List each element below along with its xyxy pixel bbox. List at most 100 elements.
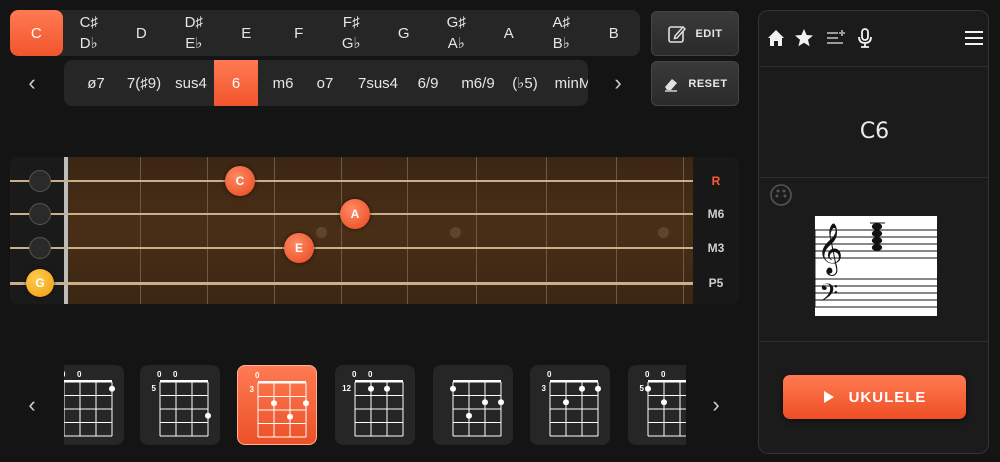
chord-diagram-grid: 03 [542,370,601,437]
key-11[interactable]: B [588,10,641,56]
open-string-toggle[interactable] [29,170,51,192]
chord-type-4[interactable]: m6 [259,60,307,106]
note-marker[interactable]: E [284,233,314,263]
menu-icon[interactable] [963,27,985,49]
bass-clef-icon: 𝄢 [819,279,838,314]
panel-toolbar [759,11,988,67]
open-string-mark: 0 [547,370,552,379]
fret-marker-dot [658,227,669,238]
chord-diagram-grid: 0 05 [152,370,211,437]
chord-diagram-2[interactable]: 03 [237,365,317,445]
treble-clef-icon: 𝄞 [817,223,843,276]
chord-type-1[interactable]: 7(♯9) [119,60,169,106]
chord-diagram-6[interactable]: 005 [628,365,686,445]
open-string-mark: 0 [64,370,66,379]
note-marker[interactable]: A [340,199,370,229]
finger-dot [450,385,456,392]
key-4[interactable]: E [220,10,273,56]
key-8[interactable]: G♯ A♭ [430,10,483,56]
key-3[interactable]: D♯ E♭ [168,10,221,56]
key-label: C♯ [79,14,98,31]
chord-type-0[interactable]: ø7 [78,60,114,106]
chord-type-3[interactable]: 6 [214,60,258,106]
reset-button[interactable]: RESET [651,61,739,106]
key-0[interactable]: C [10,10,63,56]
play-ukulele-button[interactable]: UKULELE [783,375,966,419]
finger-dot [303,400,309,407]
interval-label: R [711,174,721,188]
reset-button-label: RESET [688,77,728,90]
interval-label: P5 [708,276,724,290]
key-2[interactable]: D [115,10,168,56]
key-label: F [294,24,304,42]
diagrams-next-arrow-icon[interactable]: › [704,392,728,417]
chord-type-8[interactable]: m6/9 [452,60,504,106]
key-6[interactable]: F♯ G♭ [325,10,378,56]
chord-type-prev-arrow-icon[interactable]: ‹ [20,70,44,95]
start-fret-label: 12 [342,384,351,393]
open-string-toggle[interactable] [29,203,51,225]
chord-type-5[interactable]: o7 [307,60,343,106]
finger-dot [661,399,667,406]
chord-diagram-5[interactable]: 03 [530,365,610,445]
panel-divider [759,341,988,342]
add-to-list-icon[interactable] [825,27,847,49]
play-button-label: UKULELE [848,388,927,406]
key-9[interactable]: A [483,10,536,56]
chord-type-9[interactable]: (♭5) [504,60,546,106]
chord-type-7[interactable]: 6/9 [407,60,449,106]
key-7[interactable]: G [378,10,431,56]
chord-diagram-grid: 03 [250,371,309,438]
key-1[interactable]: C♯ D♭ [63,10,116,56]
open-string-mark: 0 [352,370,357,379]
diagrams-prev-arrow-icon[interactable]: ‹ [20,392,44,417]
string-1 [10,180,693,182]
chord-diagram-1[interactable]: 005 [140,365,220,445]
key-label: G [397,24,410,42]
star-icon[interactable] [793,27,815,49]
key-label: C [30,24,42,42]
fret-marker-dot [316,227,327,238]
interval-label: M6 [707,207,725,221]
interval-label: M3 [707,241,725,255]
chord-diagram-grid [450,380,504,437]
open-string-mark: 0 [368,370,373,379]
key-alt-label: G♭ [341,35,361,52]
music-staff: 𝄞 𝄢 [815,216,937,316]
chord-type-selector: ø7 7(♯9) sus4 6 m6 o7 7sus4 6/9 m6/9 (♭5) minM [64,60,588,106]
chord-diagram-0[interactable]: 00 [64,365,124,445]
chord-type-2[interactable]: sus4 [168,60,214,106]
microphone-icon[interactable] [854,27,876,49]
chord-diagram-4[interactable] [433,365,513,445]
open-string-mark: 0 [157,370,162,379]
chord-diagram-grid: 0 05 [640,370,686,437]
chord-diagram-grid: 00 [64,370,115,437]
chord-diagram-3[interactable]: 0 0 12 [335,365,415,445]
key-label: D♯ [184,14,203,31]
open-string-mark: 0 [661,370,666,379]
string-3 [10,246,693,250]
home-icon[interactable] [765,27,787,49]
key-label: B [608,24,619,42]
note-marker[interactable]: G [26,269,54,297]
key-alt-label: E♭ [185,35,203,52]
tuning-pegs-icon[interactable] [769,183,793,207]
panel-divider [759,177,988,178]
note-marker[interactable]: C [225,166,255,196]
open-string-mark: 0 [77,370,82,379]
key-5[interactable]: F [273,10,326,56]
chord-info-panel: C6 𝄞 𝄢 UKULELE [758,10,989,454]
finger-dot [368,385,374,392]
key-10[interactable]: A♯ B♭ [535,10,588,56]
chord-type-6[interactable]: 7sus4 [349,60,407,106]
eraser-icon [665,78,678,92]
chord-type-next-arrow-icon[interactable]: › [606,70,630,95]
chord-type-10[interactable]: minM [550,60,588,106]
finger-dot [287,413,293,420]
open-string-mark: 0 [645,370,650,379]
open-string-toggle[interactable] [29,237,51,259]
key-label: E [241,24,252,42]
play-icon [823,391,834,403]
finger-dot [595,385,601,392]
edit-button[interactable]: EDIT [651,11,739,56]
